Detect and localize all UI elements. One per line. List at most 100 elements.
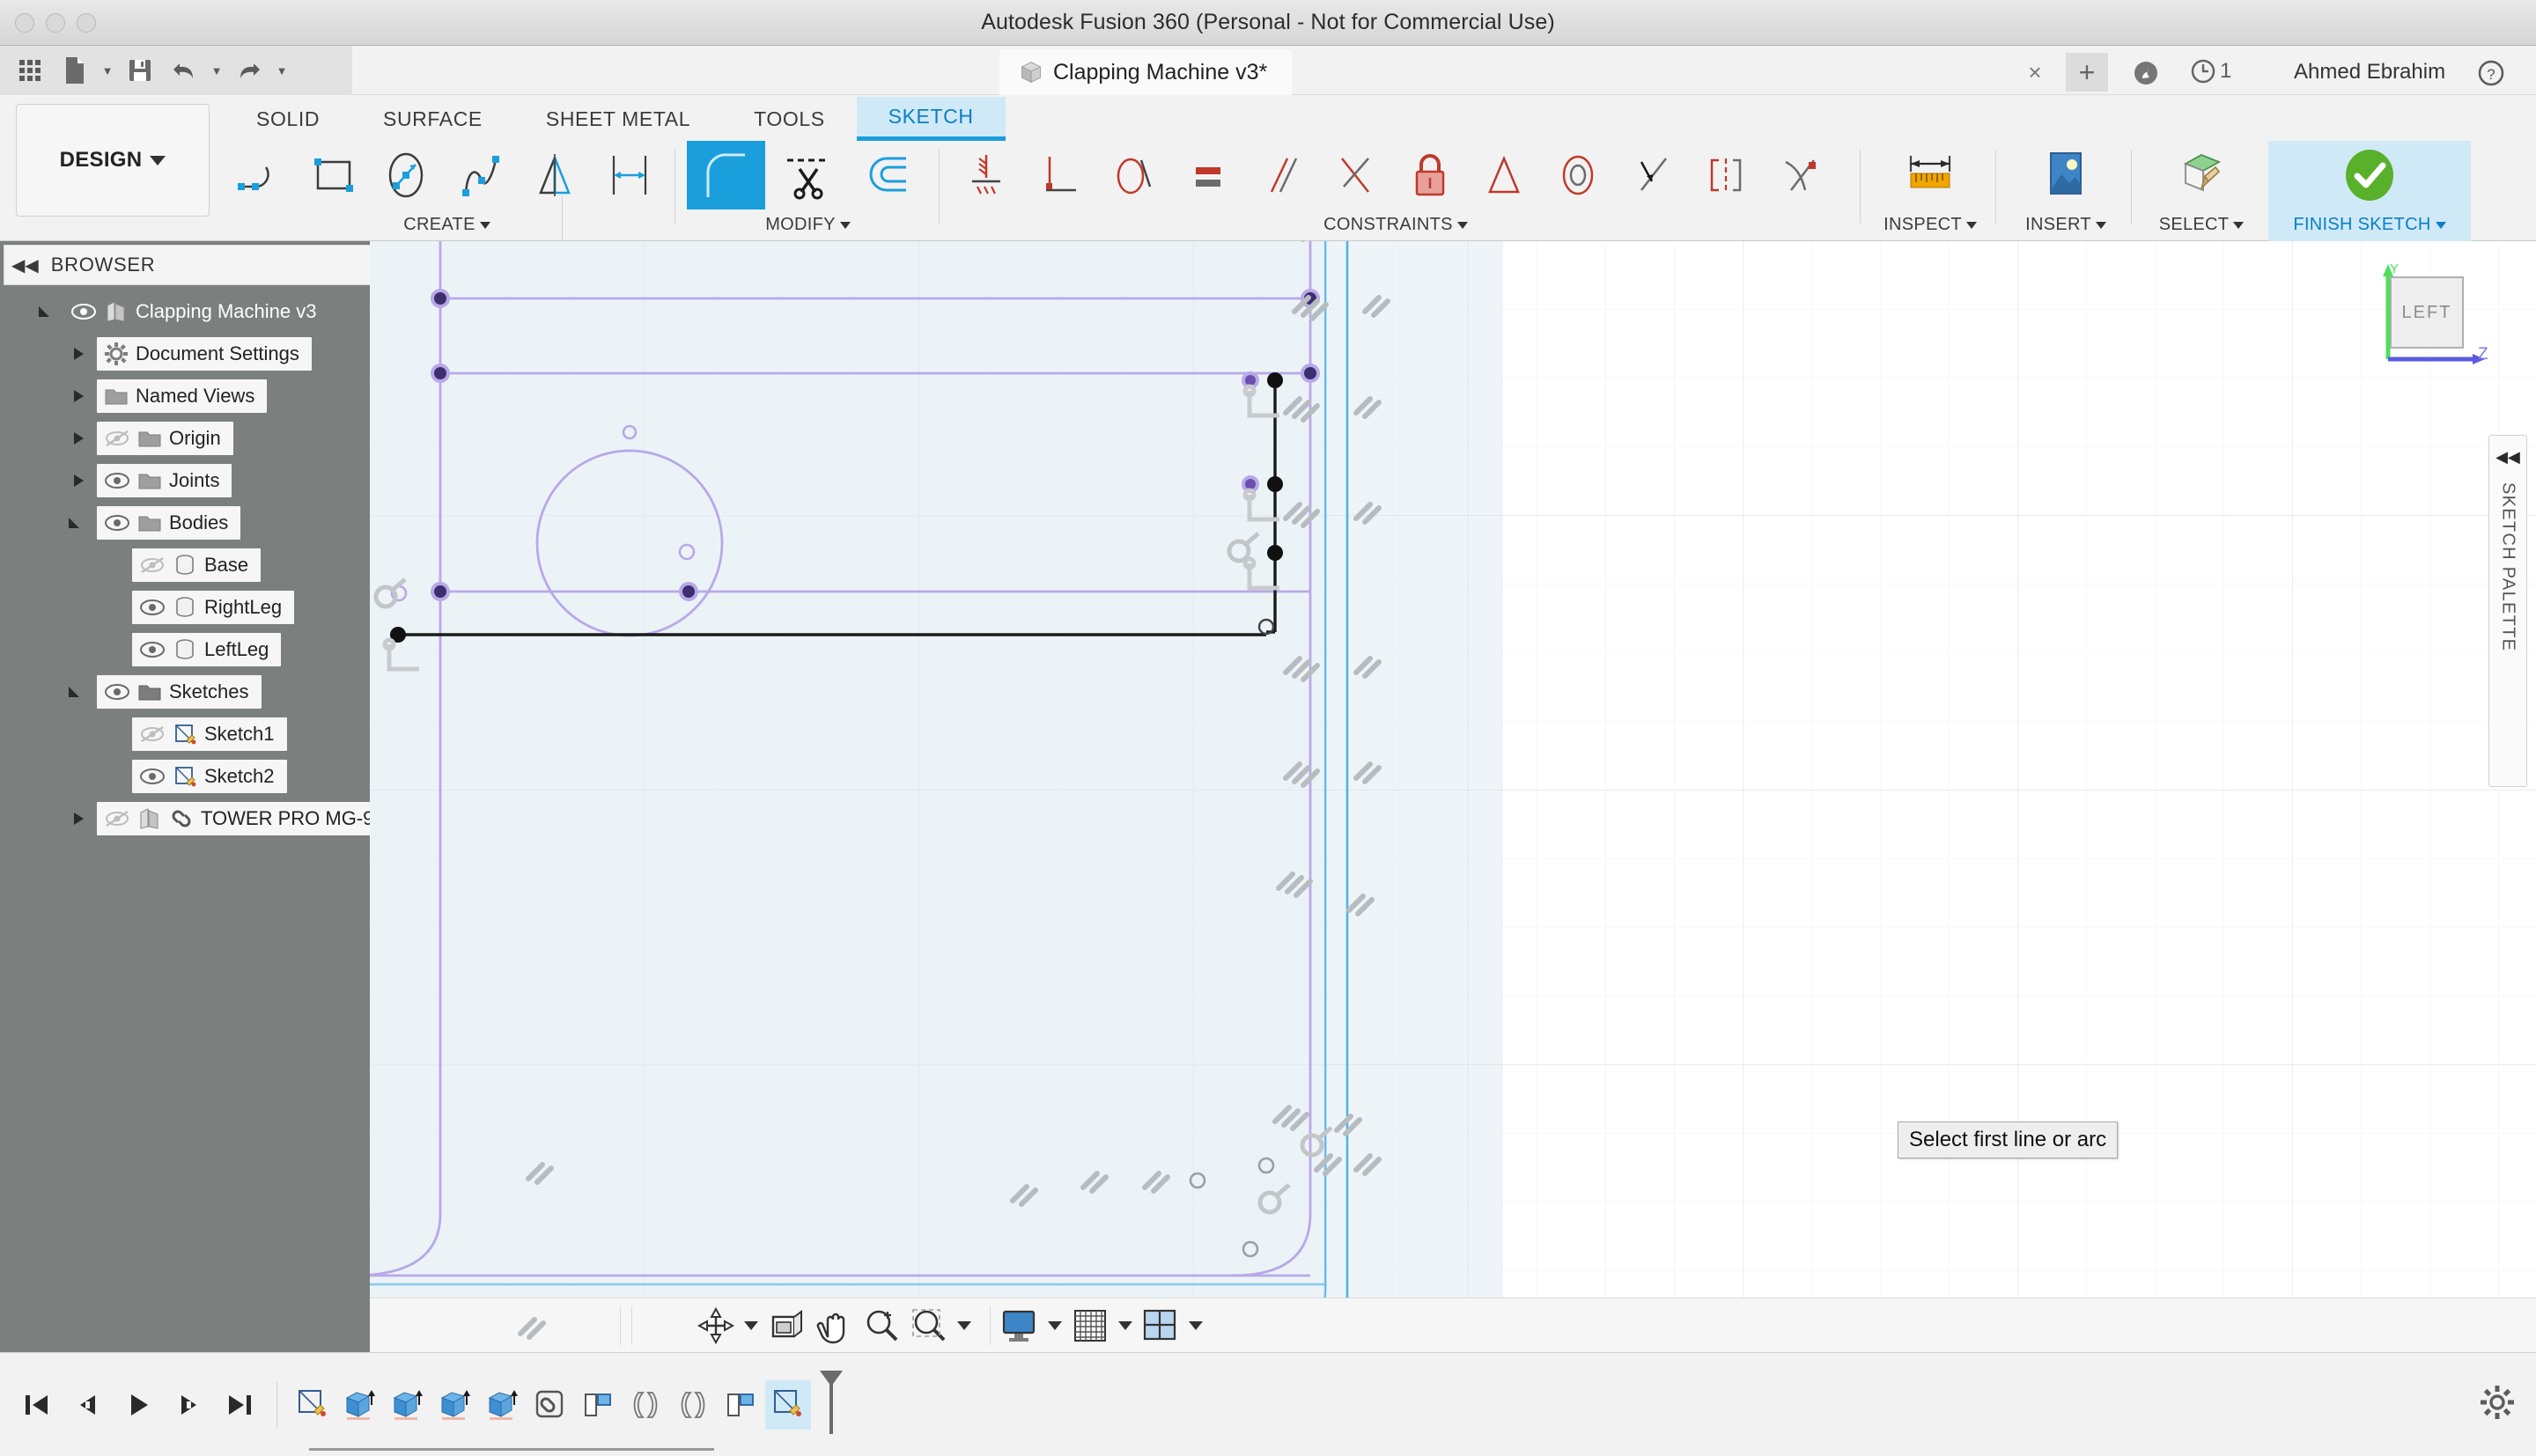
timeline-feature-extrude-2[interactable] — [385, 1380, 431, 1430]
tree-item-base[interactable]: Base — [132, 548, 262, 582]
sketch-palette-tab[interactable]: ◀◀ SKETCH PALETTE — [2488, 435, 2527, 787]
sketch-geometry[interactable] — [370, 241, 2536, 1352]
timeline-feature-mirror-1[interactable] — [623, 1380, 668, 1430]
go-to-beginning-icon[interactable] — [12, 1381, 60, 1429]
timeline-feature-sketch1[interactable] — [290, 1380, 335, 1430]
timeline-feature-extrude-3[interactable] — [432, 1380, 478, 1430]
visibility-eye-icon[interactable] — [104, 513, 130, 533]
visibility-hidden-icon[interactable] — [104, 429, 130, 448]
parallel-icon[interactable] — [1247, 141, 1317, 210]
timeline-settings-gear-icon[interactable] — [2478, 1383, 2517, 1422]
finish-check-icon[interactable] — [2334, 141, 2405, 210]
grid-snaps-caret-icon[interactable] — [1114, 1300, 1137, 1351]
view-cube[interactable]: Y Z LEFT — [2363, 261, 2495, 375]
tree-item-clapping-machine[interactable]: Clapping Machine v3 — [63, 295, 329, 328]
tree-item-bodies[interactable]: Bodies — [97, 506, 241, 540]
panel-constraints-label[interactable]: CONSTRAINTS — [951, 215, 1840, 235]
visibility-eye-icon[interactable] — [104, 471, 130, 490]
close-tab-button[interactable]: × — [2021, 58, 2049, 86]
timeline-feature-mirror-2[interactable] — [670, 1380, 716, 1430]
visibility-eye-icon[interactable] — [104, 682, 130, 702]
new-document-icon[interactable] — [55, 50, 95, 91]
undo-caret-icon[interactable]: ▼ — [208, 50, 225, 91]
bell-icon[interactable] — [2131, 58, 2161, 88]
go-to-end-icon[interactable] — [217, 1381, 264, 1429]
display-settings-caret-icon[interactable] — [1043, 1300, 1066, 1351]
view-cube-face-left[interactable]: LEFT — [2390, 276, 2464, 349]
insert-image-icon[interactable] — [2031, 141, 2101, 210]
expander-icon[interactable] — [69, 428, 90, 449]
timeline-feature-rigid-group-2[interactable] — [718, 1380, 763, 1430]
rectangle-icon[interactable] — [299, 141, 369, 210]
redo-caret-icon[interactable]: ▼ — [273, 50, 291, 91]
expander-icon[interactable] — [37, 301, 58, 322]
timeline-feature-rigid-group-1[interactable] — [575, 1380, 621, 1430]
tab-sheet-metal[interactable]: SHEET METAL — [514, 97, 722, 141]
document-tab[interactable]: Clapping Machine v3* — [999, 49, 1293, 95]
equal-icon[interactable] — [1173, 141, 1243, 210]
job-status-indicator[interactable]: 1 — [2190, 58, 2231, 85]
timeline-feature-extrude-4[interactable] — [480, 1380, 526, 1430]
app-grid-icon[interactable] — [11, 50, 51, 91]
spline-icon[interactable] — [446, 141, 517, 210]
tree-item-origin[interactable]: Origin — [97, 422, 233, 455]
play-icon[interactable] — [114, 1381, 162, 1429]
mirror-icon[interactable] — [520, 141, 591, 210]
panel-modify-label[interactable]: MODIFY — [687, 215, 929, 235]
step-back-icon[interactable] — [63, 1381, 111, 1429]
visibility-eye-icon[interactable] — [70, 302, 97, 321]
orbit-caret-icon[interactable] — [740, 1300, 763, 1351]
zoom-caret-icon[interactable] — [953, 1300, 976, 1351]
double-left-arrow-icon[interactable]: ◀◀ — [11, 254, 39, 276]
measure-icon[interactable] — [1895, 141, 1965, 210]
display-settings-icon[interactable] — [996, 1300, 1043, 1351]
visibility-hidden-icon[interactable] — [139, 724, 166, 744]
timeline-feature-joint[interactable] — [527, 1380, 573, 1430]
line-icon[interactable] — [225, 141, 295, 210]
expander-icon[interactable] — [69, 470, 90, 491]
perpendicular-icon[interactable] — [1025, 141, 1095, 210]
tab-surface[interactable]: SURFACE — [351, 97, 514, 141]
panel-insert-label[interactable]: INSERT — [2004, 215, 2127, 235]
grid-snaps-icon[interactable] — [1066, 1300, 1114, 1351]
user-name-label[interactable]: Ahmed Ebrahim — [2294, 60, 2445, 85]
tab-sketch[interactable]: SKETCH — [856, 97, 1006, 141]
visibility-hidden-icon[interactable] — [139, 555, 166, 575]
curvature-icon[interactable] — [1765, 141, 1835, 210]
tree-item-sketch1[interactable]: Sketch1 — [132, 717, 287, 751]
fillet-icon[interactable] — [687, 141, 765, 210]
panel-finish-sketch-label[interactable]: FINISH SKETCH — [2268, 215, 2471, 235]
zoom-window-icon[interactable] — [905, 1300, 953, 1351]
tree-item-rightleg[interactable]: RightLeg — [132, 591, 295, 624]
ellipse-icon[interactable] — [372, 141, 443, 210]
offset-icon[interactable] — [851, 141, 929, 210]
viewports-caret-icon[interactable] — [1184, 1300, 1207, 1351]
tree-item-document-settings[interactable]: Document Settings — [97, 337, 312, 371]
tab-tools[interactable]: TOOLS — [722, 97, 857, 141]
select-paint-icon[interactable] — [2166, 141, 2237, 210]
concentric-icon[interactable] — [1543, 141, 1613, 210]
zoom-icon[interactable] — [858, 1300, 905, 1351]
timeline-feature-sketch2[interactable] — [765, 1379, 811, 1430]
redo-icon[interactable] — [229, 50, 269, 91]
canvas-viewport[interactable]: Y Z LEFT ◀◀ SKETCH PALETTE Select first … — [370, 241, 2536, 1352]
step-forward-icon[interactable] — [166, 1381, 213, 1429]
visibility-hidden-icon[interactable] — [104, 809, 130, 828]
horizontal-vertical-icon[interactable] — [951, 141, 1021, 210]
double-left-arrow-icon[interactable]: ◀◀ — [2495, 448, 2520, 467]
symmetry-icon[interactable] — [1691, 141, 1761, 210]
tree-item-sketches[interactable]: Sketches — [97, 675, 262, 709]
expander-icon[interactable] — [69, 343, 90, 364]
undo-icon[interactable] — [164, 50, 204, 91]
tangent-icon[interactable] — [1099, 141, 1169, 210]
pan-icon[interactable] — [810, 1300, 858, 1351]
workspace-switcher-button[interactable]: DESIGN — [16, 104, 210, 217]
tree-item-joints[interactable]: Joints — [97, 464, 232, 497]
coincident-icon[interactable] — [1617, 141, 1687, 210]
timeline-feature-extrude-1[interactable] — [337, 1380, 383, 1430]
save-icon[interactable] — [120, 50, 160, 91]
tree-item-named-views[interactable]: Named Views — [97, 379, 268, 413]
new-tab-button[interactable]: + — [2066, 53, 2108, 92]
expander-icon[interactable] — [69, 386, 90, 407]
timeline-marker-icon[interactable] — [816, 1367, 846, 1442]
